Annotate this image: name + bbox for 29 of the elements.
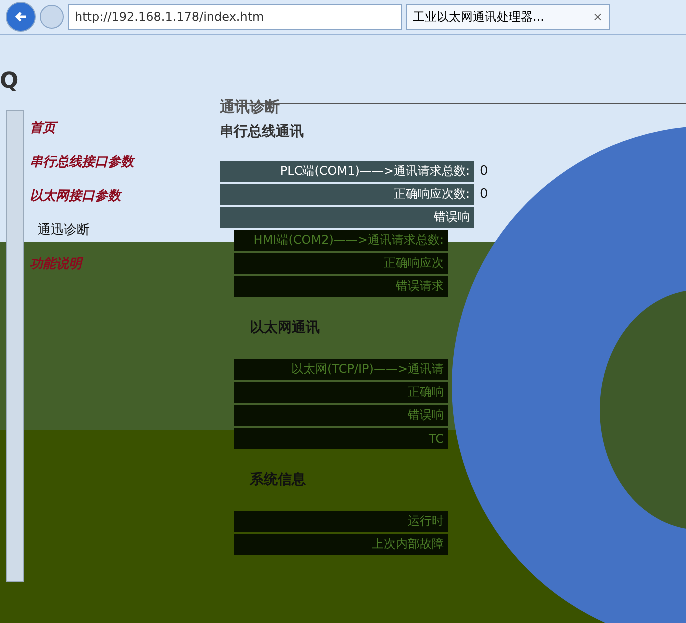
arrow-left-icon [14, 10, 28, 24]
row-label: 正确响应次数: [220, 184, 474, 205]
row-label: 错误请求 [234, 276, 448, 297]
back-button[interactable] [6, 2, 36, 32]
row-label: 错误响 [220, 207, 474, 228]
row-value: 0 [480, 187, 488, 202]
address-bar[interactable]: http://192.168.1.178/index.htm [68, 4, 402, 30]
row-label: 上次内部故障 [234, 534, 448, 555]
row-label: 正确响 [234, 382, 448, 403]
section-title: 串行总线通讯 [220, 123, 305, 141]
nav-link[interactable]: 通迅诊断 [38, 221, 220, 239]
logo-letter: Q [0, 68, 20, 94]
section-title: 系统信息 [250, 471, 307, 489]
row-label: 运行时 [234, 511, 448, 532]
nav-link[interactable]: 首页 [30, 119, 220, 137]
row-label: PLC端(COM1)——>通讯请求总数: [220, 161, 474, 182]
row-value: 0 [480, 164, 488, 179]
nav-link[interactable]: 以太网接口参数 [30, 187, 220, 205]
browser-tab[interactable]: 工业以太网通讯处理器... × [406, 4, 610, 30]
row-label: 以太网(TCP/IP)——>通讯请 [234, 359, 448, 380]
row-label: 错误响 [234, 405, 448, 426]
close-tab-button[interactable]: × [592, 10, 603, 24]
row-label: 正确响应次 [234, 253, 448, 274]
section-title: 以太网通讯 [250, 319, 321, 337]
row-label: HMI端(COM2)——>通讯请求总数: [234, 230, 448, 251]
scrollbar[interactable] [6, 110, 24, 582]
nav-link[interactable]: 串行总线接口参数 [30, 153, 220, 171]
row-label: TC [234, 428, 448, 449]
forward-button[interactable] [40, 5, 64, 29]
